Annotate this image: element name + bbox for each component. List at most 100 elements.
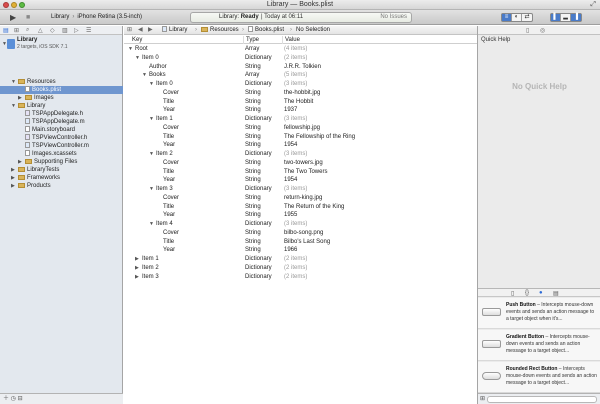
plist-key[interactable]: Item 0 (142, 54, 159, 63)
plist-key[interactable]: Item 1 (156, 115, 173, 124)
disclosure-closed-icon[interactable]: ▶ (135, 264, 142, 273)
disclosure-open-icon[interactable]: ▼ (142, 71, 149, 80)
navigator-item[interactable]: ▶ Products (0, 182, 123, 190)
plist-row[interactable]: ▼ Item 4 Dictionary (3 items) (124, 220, 477, 229)
plist-key[interactable]: Year (163, 211, 175, 220)
library-item[interactable]: Rounded Rect Button – Intercepts mouse-d… (478, 362, 600, 393)
disclosure-open-icon[interactable]: ▼ (149, 220, 156, 229)
plist-type[interactable]: Array (245, 45, 259, 54)
plist-key[interactable]: Year (163, 141, 175, 150)
plist-type[interactable]: String (245, 63, 261, 72)
plist-key[interactable]: Title (163, 238, 174, 247)
navigator-item[interactable]: TSPViewController.h (0, 134, 123, 142)
disclosure-closed-icon[interactable]: ▶ (135, 255, 142, 264)
plist-row[interactable]: ▼ Root Array (4 items) (124, 45, 477, 54)
disclosure-open-icon[interactable]: ▼ (11, 78, 18, 86)
disclosure-open-icon[interactable]: ▼ (149, 80, 156, 89)
plist-row[interactable]: Cover String bilbo-song.png (124, 229, 477, 238)
plist-value[interactable]: (3 items) (284, 80, 307, 89)
plist-key[interactable]: Author (149, 63, 167, 72)
plist-value[interactable]: The Hobbit (284, 98, 313, 107)
plist-value[interactable]: (4 items) (284, 45, 307, 54)
library-filter-input[interactable] (487, 396, 597, 403)
plist-type[interactable]: Dictionary (245, 80, 272, 89)
plist-type[interactable]: String (245, 124, 261, 133)
plist-row[interactable]: Year String 1955 (124, 211, 477, 220)
plist-key[interactable]: Cover (163, 124, 179, 133)
plist-value[interactable]: (2 items) (284, 264, 307, 273)
plist-type[interactable]: String (245, 229, 261, 238)
plist-type[interactable]: String (245, 168, 261, 177)
plist-key[interactable]: Cover (163, 89, 179, 98)
disclosure-open-icon[interactable]: ▼ (11, 102, 18, 110)
view-control[interactable]: ▌ ▂ ▐ (550, 13, 582, 22)
plist-key[interactable]: Title (163, 203, 174, 212)
plist-type[interactable]: Dictionary (245, 150, 272, 159)
plist-key[interactable]: Item 3 (142, 273, 159, 282)
plist-row[interactable]: Cover String two-towers.jpg (124, 159, 477, 168)
plist-value[interactable]: (3 items) (284, 220, 307, 229)
back-icon[interactable]: ◀ (138, 26, 143, 35)
plist-type[interactable]: String (245, 203, 261, 212)
plist-key[interactable]: Item 2 (142, 264, 159, 273)
plist-type[interactable]: String (245, 159, 261, 168)
log-icon[interactable]: ☰ (86, 27, 91, 34)
plist-key[interactable]: Year (163, 106, 175, 115)
plist-type[interactable]: Dictionary (245, 54, 272, 63)
media-library-icon[interactable]: ▤ (553, 290, 559, 297)
plist-value[interactable]: return-king.jpg (284, 194, 322, 203)
plist-type[interactable]: String (245, 211, 261, 220)
disclosure-open-icon[interactable]: ▼ (135, 54, 142, 63)
plist-row[interactable]: Year String 1954 (124, 141, 477, 150)
plist-value[interactable]: fellowship.jpg (284, 124, 320, 133)
plist-key[interactable]: Root (135, 45, 148, 54)
disclosure-open-icon[interactable]: ▼ (149, 150, 156, 159)
warning-icon[interactable]: △ (38, 27, 43, 34)
plist-type[interactable]: String (245, 141, 261, 150)
disclosure-closed-icon[interactable]: ▶ (18, 94, 25, 102)
code-snippet-icon[interactable]: {} (525, 290, 529, 296)
navigator-item[interactable]: ▶ Supporting Files (0, 158, 123, 166)
standard-editor-icon[interactable]: ≡ (502, 14, 512, 21)
navigator-item[interactable]: TSPViewController.m (0, 142, 123, 150)
plist-row[interactable]: Author String J.R.R. Tolkien (124, 63, 477, 72)
plist-row[interactable]: Cover String fellowship.jpg (124, 124, 477, 133)
plist-row[interactable]: Cover String return-king.jpg (124, 194, 477, 203)
plist-key[interactable]: Cover (163, 159, 179, 168)
file-inspector-icon[interactable]: ▯ (526, 27, 529, 34)
plist-key[interactable]: Year (163, 246, 175, 255)
plist-row[interactable]: Cover String the-hobbit.jpg (124, 89, 477, 98)
status-issues[interactable]: No Issues (380, 13, 407, 22)
navigator-item[interactable]: ▶ LibraryTests (0, 166, 123, 174)
plist-row[interactable]: ▼ Item 1 Dictionary (3 items) (124, 115, 477, 124)
plist-row[interactable]: ▼ Books Array (5 items) (124, 71, 477, 80)
plist-key[interactable]: Books (149, 71, 166, 80)
utilities-toggle-icon[interactable]: ▐ (571, 14, 581, 21)
plist-row[interactable]: Year String 1954 (124, 176, 477, 185)
plist-row[interactable]: ▼ Item 0 Dictionary (3 items) (124, 80, 477, 89)
folder-icon[interactable]: ▤ (3, 27, 9, 34)
plist-value[interactable]: (2 items) (284, 54, 307, 63)
library-item[interactable]: Push Button – Intercepts mouse-down even… (478, 298, 600, 329)
plist-type[interactable]: String (245, 133, 261, 142)
breakpoint-icon[interactable]: ▷ (74, 27, 79, 34)
disclosure-open-icon[interactable]: ▼ (149, 185, 156, 194)
plist-value[interactable]: 1954 (284, 176, 297, 185)
plist-key[interactable]: Title (163, 98, 174, 107)
jumpbar-crumb-selection[interactable]: No Selection (296, 26, 330, 35)
plist-value[interactable]: the-hobbit.jpg (284, 89, 320, 98)
plist-row[interactable]: Year String 1966 (124, 246, 477, 255)
plist-row[interactable]: Title String The Two Towers (124, 168, 477, 177)
debug-toggle-icon[interactable]: ▂ (561, 14, 571, 21)
project-root[interactable]: ▼ Library 2 targets, iOS SDK 7.1 (0, 36, 123, 53)
plist-type[interactable]: Dictionary (245, 273, 272, 282)
plist-type[interactable]: String (245, 194, 261, 203)
plist-row[interactable]: ▶ Item 2 Dictionary (2 items) (124, 264, 477, 273)
plist-key[interactable]: Title (163, 133, 174, 142)
navigator-toggle-icon[interactable]: ▌ (551, 14, 561, 21)
grid-view-icon[interactable]: ⊞ (480, 395, 485, 402)
jumpbar-crumb-project[interactable]: Library (162, 26, 187, 35)
file-template-icon[interactable]: ▯ (511, 290, 514, 297)
navigator-item[interactable]: Images.xcassets (0, 150, 123, 158)
assistant-editor-icon[interactable]: ◐ (512, 14, 522, 21)
